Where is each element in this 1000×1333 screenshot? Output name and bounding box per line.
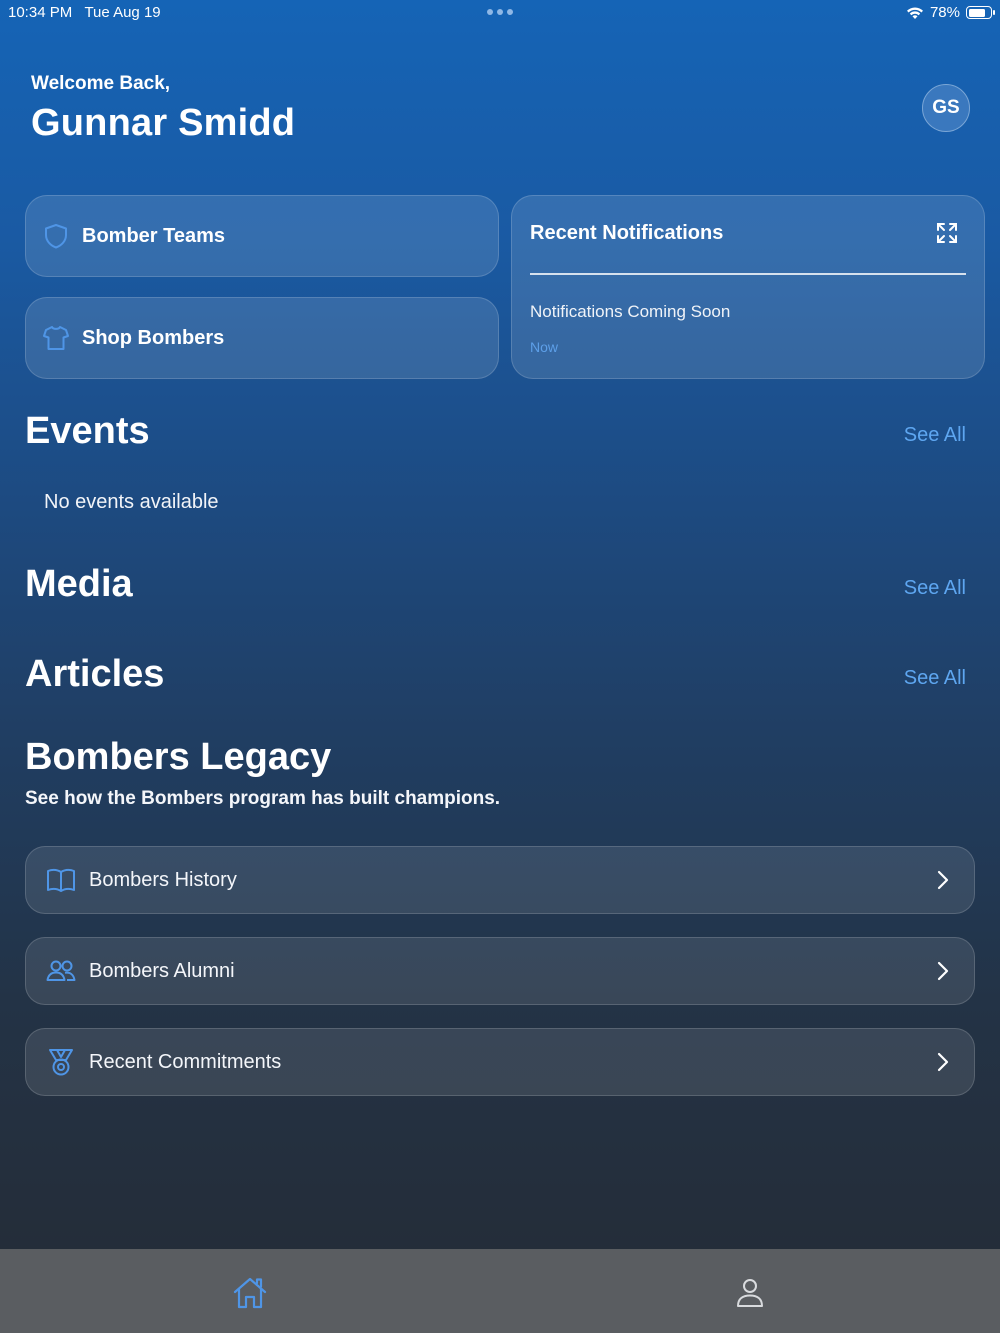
tab-profile[interactable] (730, 1273, 770, 1313)
notifications-divider (530, 273, 966, 275)
expand-icon[interactable] (936, 222, 958, 244)
person-icon (737, 1279, 763, 1307)
home-icon (233, 1277, 267, 1309)
recent-notifications-card: Recent Notifications Notifications Comin… (511, 195, 985, 379)
shop-bombers-button[interactable]: Shop Bombers (25, 297, 499, 379)
shield-icon (45, 224, 67, 249)
bombers-history-label: Bombers History (89, 868, 237, 891)
welcome-text: Welcome Back, (31, 73, 171, 94)
bomber-teams-button[interactable]: Bomber Teams (25, 195, 499, 277)
status-clock: 10:34 PM (8, 4, 73, 21)
avatar[interactable]: GS (922, 84, 970, 132)
tab-bar (0, 1249, 1000, 1333)
chevron-right-icon (937, 870, 949, 890)
status-date: Tue Aug 19 (84, 4, 161, 21)
notifications-title: Recent Notifications (530, 222, 724, 244)
tshirt-icon (43, 326, 69, 350)
tab-home[interactable] (230, 1273, 270, 1313)
battery-percent: 78% (929, 4, 960, 21)
shop-bombers-label: Shop Bombers (82, 326, 225, 349)
status-indicators: 78% (906, 4, 995, 21)
recent-commitments-label: Recent Commitments (89, 1050, 282, 1073)
user-name: Gunnar Smidd (31, 102, 296, 144)
status-time: 10:34 PM Tue Aug 19 (8, 4, 161, 21)
notification-item-text: Notifications Coming Soon (530, 302, 731, 321)
legacy-heading: Bombers Legacy (25, 736, 332, 778)
bombers-alumni-label: Bombers Alumni (89, 959, 235, 982)
media-heading: Media (25, 563, 133, 605)
bombers-history-button[interactable]: Bombers History (25, 846, 975, 914)
chevron-right-icon (937, 961, 949, 981)
chevron-right-icon (937, 1052, 949, 1072)
bomber-teams-label: Bomber Teams (82, 224, 226, 247)
media-see-all-link[interactable]: See All (904, 577, 966, 600)
bombers-alumni-button[interactable]: Bombers Alumni (25, 937, 975, 1005)
battery-icon (966, 6, 995, 19)
events-see-all-link[interactable]: See All (904, 424, 966, 447)
battery-fill (968, 8, 985, 17)
articles-see-all-link[interactable]: See All (904, 667, 966, 690)
events-heading: Events (25, 410, 150, 452)
status-bar: 10:34 PM Tue Aug 19 78% (0, 0, 1000, 26)
notification-item-time: Now (530, 339, 559, 355)
wifi-icon (906, 6, 923, 19)
people-icon (46, 956, 76, 986)
book-icon (46, 865, 76, 895)
articles-heading: Articles (25, 653, 165, 695)
multitasking-dots-icon[interactable] (487, 9, 513, 15)
recent-commitments-button[interactable]: Recent Commitments (25, 1028, 975, 1096)
medal-icon (46, 1047, 76, 1077)
events-empty-text: No events available (44, 491, 219, 513)
legacy-subtitle: See how the Bombers program has built ch… (25, 788, 501, 809)
